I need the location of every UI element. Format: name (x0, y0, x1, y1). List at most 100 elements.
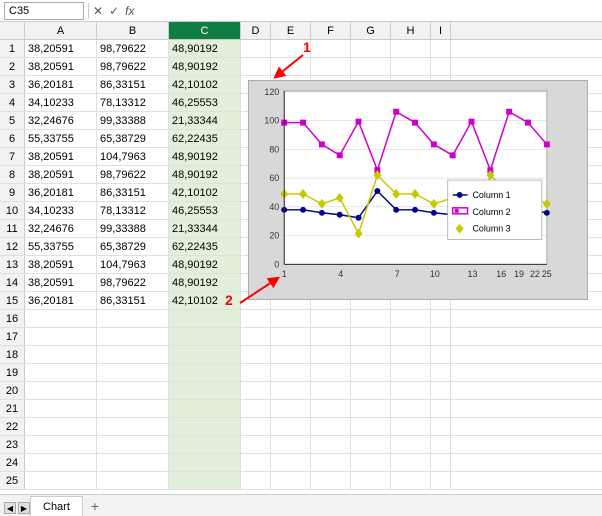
cell-extra-19-3[interactable] (351, 382, 391, 399)
cell-extra-16-1[interactable] (271, 328, 311, 345)
cell-extra-22-5[interactable] (431, 436, 451, 453)
col-header-b[interactable]: B (97, 22, 169, 39)
cell-c11[interactable]: 21,33344 (169, 220, 241, 237)
cell-b10[interactable]: 78,13312 (97, 202, 169, 219)
cell-b17[interactable] (97, 328, 169, 345)
cell-c21[interactable] (169, 400, 241, 417)
cell-extra-1-1[interactable] (271, 58, 311, 75)
tab-scroll-right[interactable]: ▶ (18, 502, 30, 514)
cell-a1[interactable]: 38,20591 (25, 40, 97, 57)
cell-extra-22-1[interactable] (271, 436, 311, 453)
cell-a6[interactable]: 55,33755 (25, 130, 97, 147)
cell-a14[interactable]: 38,20591 (25, 274, 97, 291)
cell-b15[interactable]: 86,33151 (97, 292, 169, 309)
cell-a16[interactable] (25, 310, 97, 327)
cell-extra-16-0[interactable] (241, 328, 271, 345)
cell-b19[interactable] (97, 364, 169, 381)
cell-extra-20-5[interactable] (431, 400, 451, 417)
cell-b20[interactable] (97, 382, 169, 399)
cell-c24[interactable] (169, 454, 241, 471)
cell-b11[interactable]: 99,33388 (97, 220, 169, 237)
cell-extra-22-3[interactable] (351, 436, 391, 453)
cell-extra-19-1[interactable] (271, 382, 311, 399)
confirm-icon[interactable]: ✓ (109, 4, 119, 18)
cell-c16[interactable] (169, 310, 241, 327)
col-header-g[interactable]: G (351, 22, 391, 39)
cell-a3[interactable]: 36,20181 (25, 76, 97, 93)
cell-b16[interactable] (97, 310, 169, 327)
cell-extra-21-4[interactable] (391, 418, 431, 435)
cell-extra-19-4[interactable] (391, 382, 431, 399)
col-header-a[interactable]: A (25, 22, 97, 39)
name-box[interactable]: C35 (4, 2, 84, 20)
cell-b18[interactable] (97, 346, 169, 363)
cell-extra-18-0[interactable] (241, 364, 271, 381)
cell-extra-1-4[interactable] (391, 58, 431, 75)
cell-b5[interactable]: 99,33388 (97, 112, 169, 129)
cell-extra-24-2[interactable] (311, 472, 351, 489)
cell-extra-16-4[interactable] (391, 328, 431, 345)
cell-c1[interactable]: 48,90192 (169, 40, 241, 57)
cell-extra-24-1[interactable] (271, 472, 311, 489)
cell-b2[interactable]: 98,79622 (97, 58, 169, 75)
cell-extra-20-4[interactable] (391, 400, 431, 417)
cell-extra-20-2[interactable] (311, 400, 351, 417)
cell-extra-17-0[interactable] (241, 346, 271, 363)
cell-extra-19-5[interactable] (431, 382, 451, 399)
cell-c15[interactable]: 42,10102 (169, 292, 241, 309)
cell-extra-15-0[interactable] (241, 310, 271, 327)
cell-c23[interactable] (169, 436, 241, 453)
cell-b13[interactable]: 104,7963 (97, 256, 169, 273)
cell-b14[interactable]: 98,79622 (97, 274, 169, 291)
cell-extra-17-2[interactable] (311, 346, 351, 363)
cell-c5[interactable]: 21,33344 (169, 112, 241, 129)
cell-c18[interactable] (169, 346, 241, 363)
cell-extra-1-5[interactable] (431, 58, 451, 75)
cell-c8[interactable]: 48,90192 (169, 166, 241, 183)
cell-a7[interactable]: 38,20591 (25, 148, 97, 165)
cell-b9[interactable]: 86,33151 (97, 184, 169, 201)
cell-extra-18-5[interactable] (431, 364, 451, 381)
cell-c10[interactable]: 46,25553 (169, 202, 241, 219)
cell-a25[interactable] (25, 472, 97, 489)
cancel-icon[interactable]: ✕ (93, 4, 103, 18)
cell-c19[interactable] (169, 364, 241, 381)
cell-extra-0-4[interactable] (391, 40, 431, 57)
cell-extra-19-0[interactable] (241, 382, 271, 399)
cell-extra-21-2[interactable] (311, 418, 351, 435)
cell-extra-17-1[interactable] (271, 346, 311, 363)
cell-extra-16-2[interactable] (311, 328, 351, 345)
cell-c2[interactable]: 48,90192 (169, 58, 241, 75)
cell-extra-0-0[interactable] (241, 40, 271, 57)
cell-a8[interactable]: 38,20591 (25, 166, 97, 183)
cell-extra-1-2[interactable] (311, 58, 351, 75)
cell-b12[interactable]: 65,38729 (97, 238, 169, 255)
cell-extra-17-5[interactable] (431, 346, 451, 363)
cell-a9[interactable]: 36,20181 (25, 184, 97, 201)
cell-c9[interactable]: 42,10102 (169, 184, 241, 201)
cell-b8[interactable]: 98,79622 (97, 166, 169, 183)
cell-extra-0-3[interactable] (351, 40, 391, 57)
cell-extra-15-1[interactable] (271, 310, 311, 327)
cell-b1[interactable]: 98,79622 (97, 40, 169, 57)
cell-a22[interactable] (25, 418, 97, 435)
cell-extra-23-2[interactable] (311, 454, 351, 471)
cell-extra-0-5[interactable] (431, 40, 451, 57)
cell-a20[interactable] (25, 382, 97, 399)
cell-extra-24-0[interactable] (241, 472, 271, 489)
cell-c25[interactable] (169, 472, 241, 489)
cell-extra-16-5[interactable] (431, 328, 451, 345)
cell-a10[interactable]: 34,10233 (25, 202, 97, 219)
col-header-f[interactable]: F (311, 22, 351, 39)
cell-c12[interactable]: 62,22435 (169, 238, 241, 255)
cell-extra-21-0[interactable] (241, 418, 271, 435)
cell-extra-20-1[interactable] (271, 400, 311, 417)
cell-b21[interactable] (97, 400, 169, 417)
cell-b6[interactable]: 65,38729 (97, 130, 169, 147)
col-header-e[interactable]: E (271, 22, 311, 39)
cell-extra-1-0[interactable] (241, 58, 271, 75)
col-header-i[interactable]: I (431, 22, 451, 39)
cell-b24[interactable] (97, 454, 169, 471)
cell-extra-15-5[interactable] (431, 310, 451, 327)
cell-b22[interactable] (97, 418, 169, 435)
